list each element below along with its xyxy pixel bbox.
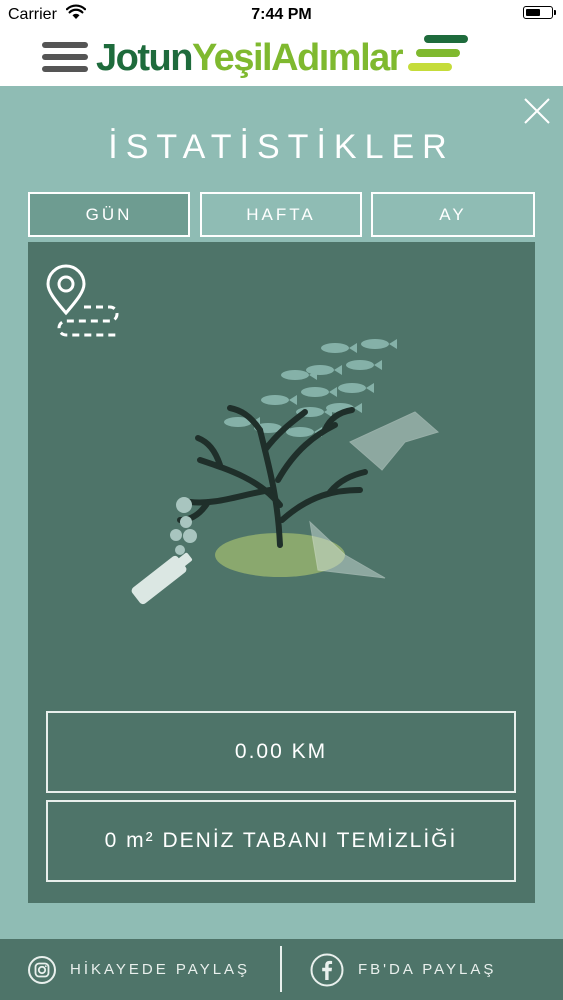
facebook-icon bbox=[310, 953, 344, 986]
distance-stat: 0.00 KM bbox=[46, 711, 516, 793]
tab-day[interactable]: GÜN bbox=[28, 192, 190, 237]
instagram-icon bbox=[28, 955, 56, 984]
facebook-share-button[interactable]: FB'DA PAYLAŞ bbox=[310, 939, 496, 1000]
instagram-share-button[interactable]: HİKAYEDE PAYLAŞ bbox=[28, 939, 250, 1000]
app-header: JotunYeşilAdımlar bbox=[0, 30, 563, 86]
brand-name-jotun: Jotun bbox=[96, 37, 193, 79]
tab-month[interactable]: AY bbox=[371, 192, 535, 237]
seabed-illustration bbox=[120, 330, 450, 635]
status-bar: Carrier 7:44 PM bbox=[0, 0, 563, 30]
brand-name-yesiladimlar: YeşilAdımlar bbox=[191, 37, 404, 79]
close-icon[interactable] bbox=[522, 96, 552, 126]
tab-week[interactable]: HAFTA bbox=[200, 192, 362, 237]
seabed-cleaning-stat: 0 m² DENİZ TABANI TEMİZLİĞİ bbox=[46, 800, 516, 882]
period-tabs: GÜN HAFTA AY bbox=[28, 192, 535, 237]
facebook-share-label: FB'DA PAYLAŞ bbox=[358, 961, 497, 978]
instagram-share-label: HİKAYEDE PAYLAŞ bbox=[70, 961, 251, 978]
brand-logo-text: JotunYeşilAdımlar bbox=[96, 36, 404, 80]
brand-logo-icon bbox=[408, 32, 470, 83]
footer-divider bbox=[280, 946, 282, 992]
page-title: İSTATİSTİKLER bbox=[108, 128, 455, 166]
route-pin-icon bbox=[44, 263, 124, 352]
clock-time: 7:44 PM bbox=[251, 6, 312, 23]
menu-icon[interactable] bbox=[42, 42, 88, 72]
battery-icon bbox=[523, 6, 556, 19]
